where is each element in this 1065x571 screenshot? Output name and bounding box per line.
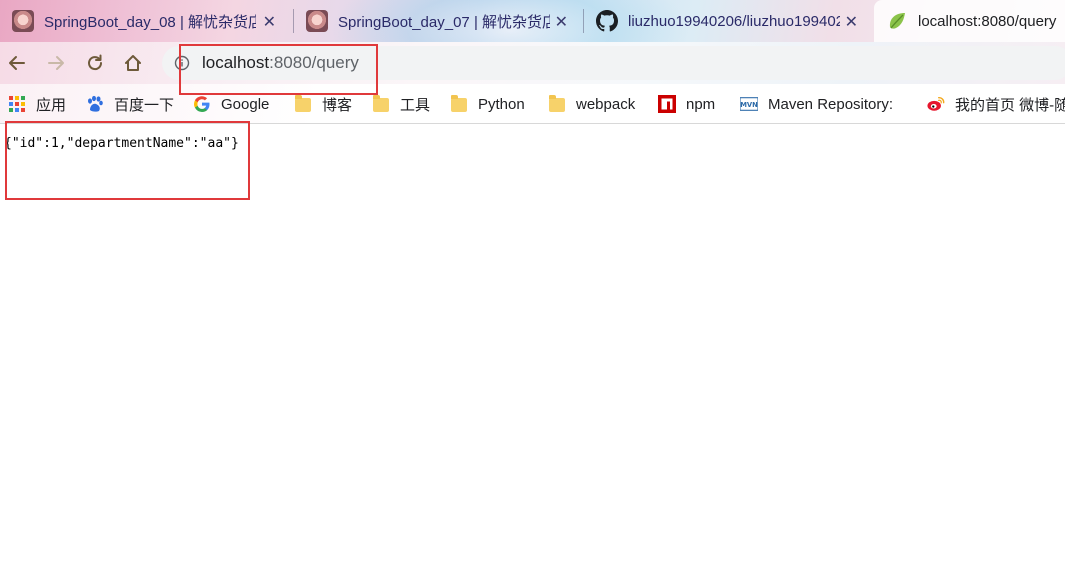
- home-button[interactable]: [121, 51, 145, 75]
- weibo-icon: [927, 95, 945, 113]
- url-highlight-box: [179, 44, 378, 95]
- bookmark-label: 百度一下: [114, 96, 175, 114]
- github-icon: [596, 10, 618, 32]
- bookmark-folder-blog[interactable]: 博客: [294, 93, 352, 115]
- tab-localhost-query[interactable]: localhost:8080/query: [874, 0, 1065, 42]
- bookmark-folder-webpack[interactable]: webpack: [548, 93, 635, 115]
- svg-text:MVN: MVN: [740, 101, 758, 109]
- baidu-paw-icon: [86, 95, 104, 113]
- tab-strip: SpringBoot_day_08 | 解忧杂货店 ✕ SpringBoot_d…: [0, 0, 1065, 42]
- close-icon[interactable]: ✕: [555, 12, 568, 31]
- google-g-icon: [193, 95, 211, 113]
- bookmark-label: 应用: [36, 96, 67, 114]
- bookmark-label: npm: [686, 95, 716, 113]
- bookmark-label: 博客: [322, 96, 353, 114]
- arrow-right-icon: [48, 56, 64, 70]
- bookmarks-bar: 应用 百度一下 Google 博客 工具 Python webpack npm …: [0, 84, 1065, 124]
- bookmark-google[interactable]: Google: [193, 93, 269, 115]
- close-icon[interactable]: ✕: [845, 12, 858, 31]
- tab-springboot-day-08[interactable]: SpringBoot_day_08 | 解忧杂货店 ✕: [0, 0, 292, 42]
- bookmark-baidu[interactable]: 百度一下: [86, 93, 174, 115]
- bookmark-weibo[interactable]: 我的首页 微博-随时: [927, 93, 1065, 115]
- tab-title: SpringBoot_day_08 | 解忧杂货店: [44, 13, 256, 31]
- bookmark-label: 我的首页 微博-随时: [955, 96, 1065, 114]
- anime-avatar-icon: [306, 10, 328, 32]
- bookmark-label: 工具: [400, 96, 431, 114]
- back-button[interactable]: [5, 51, 29, 75]
- bookmark-label: Python: [478, 95, 525, 113]
- reload-button[interactable]: [83, 51, 107, 75]
- reload-icon: [88, 54, 103, 71]
- folder-icon: [548, 95, 566, 113]
- apps-grid-icon: [8, 95, 26, 113]
- spring-leaf-icon: [886, 10, 908, 32]
- tab-title: localhost:8080/query: [918, 12, 1057, 30]
- json-highlight-box: [5, 121, 250, 200]
- bookmark-label: Maven Repository:: [768, 95, 894, 113]
- home-icon: [125, 55, 141, 71]
- bookmark-folder-tools[interactable]: 工具: [372, 93, 430, 115]
- anime-avatar-icon: [12, 10, 34, 32]
- close-icon[interactable]: ✕: [263, 12, 276, 31]
- browser-toolbar: localhost:8080/query: [0, 42, 1065, 84]
- bookmark-label: webpack: [576, 95, 636, 113]
- bookmark-apps[interactable]: 应用: [8, 93, 66, 115]
- bookmark-npm[interactable]: npm: [658, 93, 715, 115]
- maven-icon: MVN: [740, 95, 758, 113]
- arrow-left-icon: [9, 56, 25, 70]
- bookmark-folder-python[interactable]: Python: [450, 93, 525, 115]
- folder-icon: [450, 95, 468, 113]
- tab-springboot-day-07[interactable]: SpringBoot_day_07 | 解忧杂货店 ✕: [294, 0, 584, 42]
- bookmark-maven[interactable]: MVN Maven Repository:: [740, 93, 904, 115]
- npm-icon: [658, 95, 676, 113]
- bookmark-label: Google: [221, 95, 270, 113]
- folder-icon: [372, 95, 390, 113]
- tab-github-repo[interactable]: liuzhuo19940206/liuzhuo19940206 ✕: [584, 0, 874, 42]
- folder-icon: [294, 95, 312, 113]
- tab-title: liuzhuo19940206/liuzhuo19940206: [628, 12, 840, 30]
- tab-title: SpringBoot_day_07 | 解忧杂货店: [338, 13, 550, 31]
- forward-button[interactable]: [44, 51, 68, 75]
